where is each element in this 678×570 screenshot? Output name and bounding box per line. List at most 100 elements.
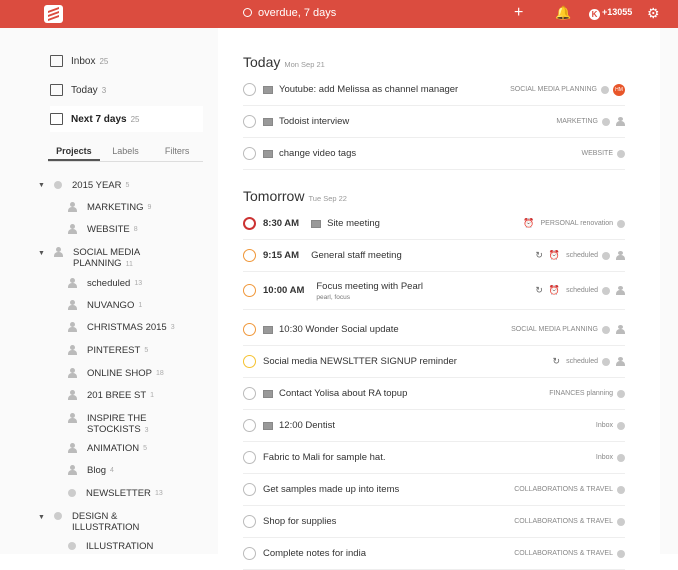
task-project[interactable]: scheduled	[566, 358, 598, 365]
nav-today-count: 3	[101, 85, 107, 95]
project-item[interactable]: NEWSLETTER 13	[68, 488, 163, 499]
task-checkbox[interactable]	[243, 483, 256, 496]
project-item[interactable]: ANIMATION 5	[68, 443, 147, 454]
task-row[interactable]: Contact Yolisa about RA topup FINANCES pl…	[243, 378, 625, 410]
assignee-icon[interactable]	[616, 325, 625, 334]
task-project[interactable]: Inbox	[596, 454, 613, 461]
task-project[interactable]: scheduled	[566, 252, 598, 259]
project-item[interactable]: CHRISTMAS 2015 3	[68, 322, 175, 333]
task-project[interactable]: MARKETING	[556, 118, 598, 125]
calendar-icon	[50, 84, 63, 96]
project-item[interactable]: MARKETING 9	[68, 202, 151, 213]
nav-next-7-days[interactable]: Next 7 days 25	[50, 106, 203, 132]
task-checkbox[interactable]	[243, 115, 256, 128]
task-project[interactable]: WEBSITE	[581, 150, 613, 157]
tab-labels[interactable]: Labels	[100, 146, 152, 161]
task-row[interactable]: Todoist interview MARKETING	[243, 106, 625, 138]
assignee-icon[interactable]	[616, 117, 625, 126]
settings-gear-icon[interactable]: ⚙	[647, 5, 660, 21]
todoist-logo[interactable]	[44, 5, 63, 23]
collapse-arrow-icon[interactable]: ▼	[38, 250, 45, 257]
project-count: 13	[154, 490, 163, 497]
task-project[interactable]: COLLABORATIONS & TRAVEL	[514, 486, 613, 493]
task-content: Todoist interview	[279, 116, 350, 127]
task-content: 12:00 Dentist	[279, 420, 335, 431]
project-item[interactable]: ILLUSTRATION	[68, 541, 153, 552]
task-row[interactable]: Fabric to Mali for sample hat. Inbox	[243, 442, 625, 474]
task-checkbox[interactable]	[243, 284, 256, 297]
task-row[interactable]: 10:00 AM Focus meeting with Pearl pearl, f…	[243, 272, 625, 310]
task-row[interactable]: Shop for supplies COLLABORATIONS & TRAVEL	[243, 506, 625, 538]
project-count: 8	[133, 226, 138, 233]
task-row[interactable]: 8:30 AM Site meeting ⏰ PERSONAL renovation	[243, 208, 625, 240]
collapse-arrow-icon[interactable]: ▼	[38, 182, 45, 189]
project-item[interactable]: 201 BREE ST 1	[68, 390, 154, 401]
task-checkbox[interactable]	[243, 355, 256, 368]
shared-project-icon	[68, 202, 77, 212]
task-checkbox[interactable]	[243, 419, 256, 432]
tab-projects[interactable]: Projects	[48, 146, 100, 161]
task-project[interactable]: SOCIAL MEDIA PLANNING	[511, 326, 598, 333]
task-checkbox[interactable]	[243, 323, 256, 336]
project-color-dot	[617, 485, 625, 494]
task-checkbox[interactable]	[243, 515, 256, 528]
project-color-dot	[602, 286, 610, 295]
shared-project-icon	[68, 390, 77, 400]
recurring-icon: ↻	[552, 356, 561, 366]
task-row[interactable]: Social media NEWSLTTER SIGNUP reminder ↻ s…	[243, 346, 625, 378]
project-item[interactable]: PINTEREST 5	[68, 345, 148, 356]
project-color-dot	[617, 389, 625, 398]
nav-today[interactable]: Today 3	[50, 77, 203, 103]
task-project[interactable]: SOCIAL MEDIA PLANNING	[510, 86, 597, 93]
task-row[interactable]: 10:30 Wonder Social update SOCIAL MEDIA P…	[243, 314, 625, 346]
project-item[interactable]: WEBSITE 8	[68, 224, 138, 235]
project-item[interactable]: NUVANGO 1	[68, 300, 142, 311]
project-label: WEBSITE	[87, 224, 130, 235]
task-row[interactable]: 9:15 AM General staff meeting ↻ ⏰ scheduled	[243, 240, 625, 272]
assignee-icon[interactable]	[616, 251, 625, 260]
project-item[interactable]: ONLINE SHOP 18	[68, 368, 164, 379]
assignee-icon[interactable]	[616, 357, 625, 366]
right-gutter	[660, 28, 678, 554]
assignee-icon[interactable]	[616, 286, 625, 295]
email-icon	[263, 117, 273, 126]
nav-inbox[interactable]: Inbox 25	[50, 48, 203, 74]
task-row[interactable]: 12:00 Dentist Inbox	[243, 410, 625, 442]
shared-project-icon	[68, 413, 77, 423]
project-count: 1	[150, 392, 155, 399]
task-time: 9:15 AM	[263, 250, 300, 261]
task-checkbox[interactable]	[243, 83, 256, 96]
task-checkbox[interactable]	[243, 249, 256, 262]
task-row[interactable]: Complete notes for india COLLABORATIONS &…	[243, 538, 625, 570]
collapse-arrow-icon[interactable]: ▼	[38, 514, 45, 521]
task-project[interactable]: COLLABORATIONS & TRAVEL	[514, 518, 613, 525]
task-row[interactable]: Youtube: add Melissa as channel manager S…	[243, 74, 625, 106]
task-project[interactable]: PERSONAL renovation	[541, 220, 614, 227]
task-row[interactable]: Get samples made up into items COLLABORAT…	[243, 474, 625, 506]
project-item[interactable]: SOCIAL MEDIA PLANNING 11	[54, 247, 164, 270]
project-item[interactable]: scheduled 13	[68, 278, 142, 289]
shared-project-icon	[68, 278, 77, 288]
notifications-bell-icon[interactable]: 🔔	[555, 5, 571, 21]
project-item[interactable]: Blog 4	[68, 465, 114, 476]
task-checkbox[interactable]	[243, 387, 256, 400]
project-label: DESIGN & ILLUSTRATION	[72, 511, 140, 533]
task-checkbox[interactable]	[243, 217, 256, 230]
project-item[interactable]: DESIGN & ILLUSTRATION	[54, 511, 154, 533]
task-project[interactable]: FINANCES planning	[549, 390, 613, 397]
nav-inbox-label: Inbox	[71, 55, 96, 67]
search-input[interactable]: overdue, 7 days	[243, 7, 336, 19]
tab-filters[interactable]: Filters	[151, 146, 203, 161]
project-item[interactable]: INSPIRE THE STOCKISTS 3	[68, 413, 178, 436]
task-project[interactable]: Inbox	[596, 422, 613, 429]
task-checkbox[interactable]	[243, 147, 256, 160]
section-date: Mon Sep 21	[284, 60, 325, 69]
task-row[interactable]: change video tags WEBSITE	[243, 138, 625, 170]
task-project[interactable]: scheduled	[566, 287, 598, 294]
task-labels[interactable]: pearl, focus	[316, 294, 535, 301]
task-checkbox[interactable]	[243, 451, 256, 464]
add-icon[interactable]: +	[514, 5, 523, 21]
project-item[interactable]: 2015 YEAR 5	[54, 180, 129, 191]
assignee-avatar[interactable]: HM	[613, 83, 625, 96]
karma-badge[interactable]: K +13055	[589, 7, 632, 20]
